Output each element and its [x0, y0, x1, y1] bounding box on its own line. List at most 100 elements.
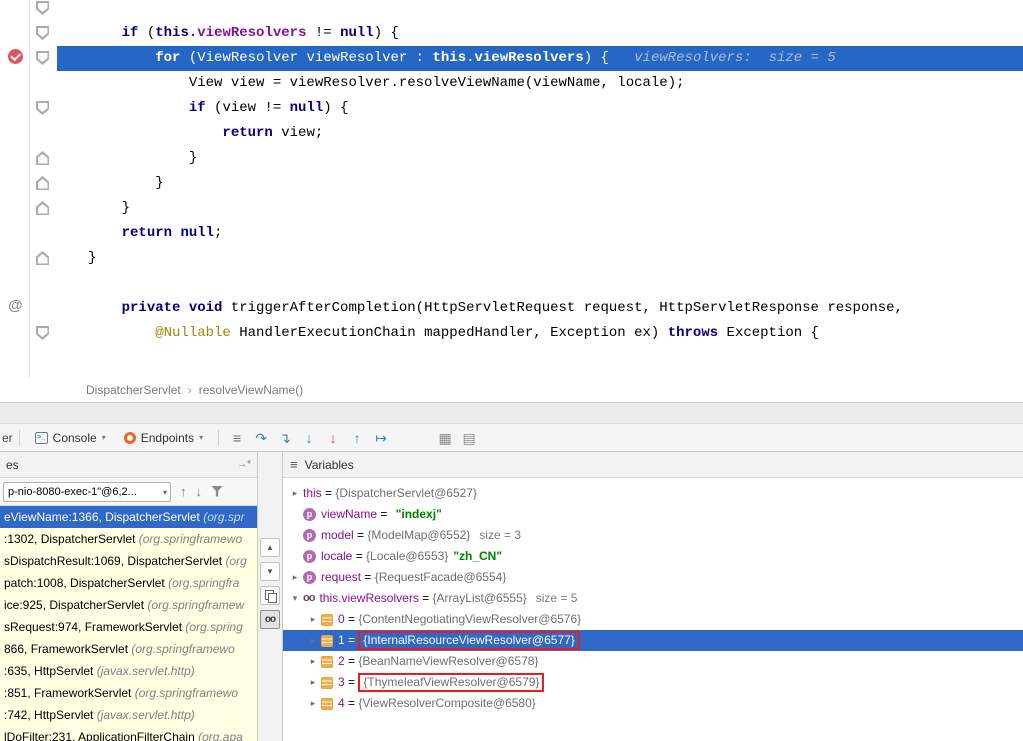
variable-row[interactable]: pmodel = {ModelMap@6552}size = 3: [283, 525, 1023, 546]
tab-console[interactable]: Console ▾: [26, 424, 115, 451]
toolbar-menu-icon[interactable]: ≡: [225, 425, 249, 451]
code-line[interactable]: private void triggerAfterCompletion(Http…: [57, 296, 1023, 321]
breakpoint-verified-icon[interactable]: [8, 49, 23, 64]
tab-endpoints[interactable]: Endpoints ▾: [115, 424, 212, 451]
chevron-right-icon[interactable]: ▸: [287, 567, 303, 588]
fold-marker-icon[interactable]: [36, 176, 49, 190]
stack-frame-row[interactable]: sRequest:974, FrameworkServlet (org.spri…: [0, 616, 257, 638]
frame-package: (org.springframewo: [135, 686, 238, 700]
scroll-up-button[interactable]: ▲: [260, 538, 280, 557]
fold-marker-icon[interactable]: [36, 26, 49, 40]
stack-frame-row[interactable]: 866, FrameworkServlet (org.springframewo: [0, 638, 257, 660]
code-line[interactable]: [57, 271, 1023, 296]
code-token: Exception {: [718, 325, 819, 341]
frames-panel-menu-icon[interactable]: →*: [237, 459, 251, 470]
chevron-right-icon[interactable]: ▸: [287, 483, 303, 504]
variable-row[interactable]: ▸prequest = {RequestFacade@6554}: [283, 567, 1023, 588]
fold-marker-icon[interactable]: [36, 101, 49, 115]
next-frame-button[interactable]: ↓: [196, 484, 203, 499]
code-token: }: [88, 200, 130, 216]
copy-frame-button[interactable]: [260, 586, 280, 605]
variable-row[interactable]: ▾oothis.viewResolvers = {ArrayList@6555}…: [283, 588, 1023, 609]
stack-frame-row[interactable]: sDispatchResult:1069, DispatcherServlet …: [0, 550, 257, 572]
tab-debugger-truncated[interactable]: er: [2, 431, 13, 445]
run-to-cursor-icon[interactable]: ↦: [369, 425, 393, 451]
variable-row[interactable]: ▸1 = {InternalResourceViewResolver@6577}: [283, 630, 1023, 651]
fold-marker-icon[interactable]: [36, 251, 49, 265]
variable-value: {ModelMap@6552}: [367, 525, 470, 546]
stack-frame-row[interactable]: :635, HttpServlet (javax.servlet.http): [0, 660, 257, 682]
thread-dropdown[interactable]: p-nio-8080-exec-1"@6,2... ▾: [3, 482, 171, 502]
stack-frame-row[interactable]: eViewName:1366, DispatcherServlet (org.s…: [0, 506, 257, 528]
fold-marker-icon[interactable]: [36, 201, 49, 215]
stack-frame-row[interactable]: :742, HttpServlet (javax.servlet.http): [0, 704, 257, 726]
step-over-icon[interactable]: ↴: [273, 425, 297, 451]
step-out-icon[interactable]: ↑: [345, 425, 369, 451]
frames-tab-label-truncated[interactable]: es: [6, 458, 19, 472]
fold-marker-icon[interactable]: [36, 1, 49, 15]
stack-frame-row[interactable]: :1302, DispatcherServlet (org.springfram…: [0, 528, 257, 550]
chevron-right-icon[interactable]: ▸: [305, 672, 321, 693]
variables-list: ▸this = {DispatcherServlet@6527}pviewNam…: [283, 478, 1023, 741]
stack-frame-row[interactable]: :851, FrameworkServlet (org.springframew…: [0, 682, 257, 704]
code-token: triggerAfterCompletion(HttpServletReques…: [222, 300, 903, 316]
code-token: !=: [306, 25, 340, 41]
frame-location: 866, FrameworkServlet: [4, 642, 131, 656]
execution-line[interactable]: for (ViewResolver viewResolver : this.vi…: [57, 46, 1023, 71]
breadcrumb-item-class[interactable]: DispatcherServlet: [86, 383, 181, 397]
scroll-down-button[interactable]: ▼: [260, 562, 280, 581]
code-token: for: [155, 50, 180, 66]
variable-row[interactable]: ▸2 = {BeanNameViewResolver@6578}: [283, 651, 1023, 672]
variable-value: {ContentNegotiatingViewResolver@6576}: [358, 609, 581, 630]
code-token: if: [122, 25, 139, 41]
frame-package: (org.spring: [185, 620, 242, 634]
frame-location: :635, HttpServlet: [4, 664, 97, 678]
fold-marker-icon[interactable]: [36, 51, 49, 65]
code-line[interactable]: }: [57, 246, 1023, 271]
breadcrumb-item-method[interactable]: resolveViewName(): [199, 383, 303, 397]
filter-frames-icon[interactable]: [211, 486, 223, 498]
view-breakpoints-icon[interactable]: ▦: [433, 425, 457, 451]
variable-row[interactable]: ▸4 = {ViewResolverComposite@6580}: [283, 693, 1023, 714]
fold-marker-icon[interactable]: [36, 326, 49, 340]
code-line[interactable]: }: [57, 196, 1023, 221]
layout-settings-icon[interactable]: ▤: [457, 425, 481, 451]
chevron-right-icon[interactable]: ▸: [305, 693, 321, 714]
variable-row[interactable]: ▸0 = {ContentNegotiatingViewResolver@657…: [283, 609, 1023, 630]
previous-frame-button[interactable]: ↑: [180, 484, 187, 499]
chevron-right-icon[interactable]: ▸: [305, 651, 321, 672]
step-into-icon[interactable]: ↓: [297, 425, 321, 451]
code-line[interactable]: }: [57, 146, 1023, 171]
chevron-down-icon[interactable]: ▾: [199, 433, 203, 442]
chevron-down-icon[interactable]: ▾: [102, 433, 106, 442]
variable-name: this: [303, 483, 322, 504]
stack-frame-row[interactable]: patch:1008, DispatcherServlet (org.sprin…: [0, 572, 257, 594]
force-step-into-icon[interactable]: ↓: [321, 425, 345, 451]
code-line[interactable]: return null;: [57, 221, 1023, 246]
parameter-icon: p: [303, 550, 316, 563]
code-line[interactable]: if (view != null) {: [57, 96, 1023, 121]
inline-debugger-hint: viewResolvers: size = 5: [609, 50, 836, 66]
variable-value: {RequestFacade@6554}: [375, 567, 507, 588]
code-token: void: [189, 300, 223, 316]
code-line[interactable]: return view;: [57, 121, 1023, 146]
variable-row[interactable]: pviewName = "indexj": [283, 504, 1023, 525]
variables-menu-icon[interactable]: ≡: [290, 457, 298, 472]
code-line[interactable]: @Nullable HandlerExecutionChain mappedHa…: [57, 321, 1023, 346]
code-line[interactable]: }: [57, 171, 1023, 196]
stack-frame-row[interactable]: lDoFilter:231, ApplicationFilterChain (o…: [0, 726, 257, 741]
chevron-right-icon[interactable]: ▸: [305, 609, 321, 630]
stack-frame-row[interactable]: ice:925, DispatcherServlet (org.springfr…: [0, 594, 257, 616]
code-line[interactable]: if (this.viewResolvers != null) {: [57, 21, 1023, 46]
show-execution-point-icon[interactable]: ↷: [249, 425, 273, 451]
fold-marker-icon[interactable]: [36, 151, 49, 165]
variable-name: model: [321, 525, 354, 546]
chevron-down-icon[interactable]: ▾: [287, 588, 303, 609]
variable-row[interactable]: ▸3 = {ThymeleafViewResolver@6579}: [283, 672, 1023, 693]
variable-row[interactable]: plocale = {Locale@6553}"zh_CN": [283, 546, 1023, 567]
watches-toggle-button[interactable]: oo: [260, 610, 280, 629]
code-line[interactable]: View view = viewResolver.resolveViewName…: [57, 71, 1023, 96]
variable-row[interactable]: ▸this = {DispatcherServlet@6527}: [283, 483, 1023, 504]
code-token: (: [138, 25, 155, 41]
chevron-right-icon[interactable]: ▸: [305, 630, 321, 651]
